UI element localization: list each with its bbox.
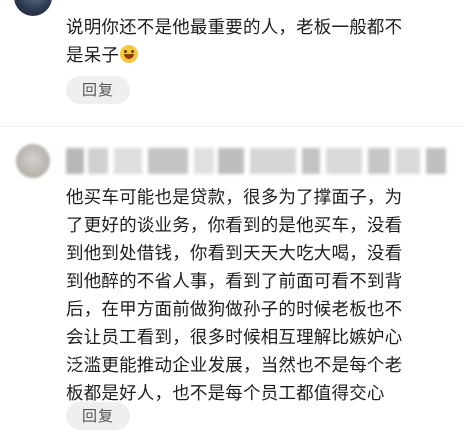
reply-button[interactable]: 回复 xyxy=(66,76,130,104)
comment-text: 他买车可能也是贷款，很多为了撑面子，为 了更好的谈业务，你看到的是他买车，没看 … xyxy=(66,188,403,404)
grinning-sweat-emoji-icon xyxy=(120,45,139,63)
reply-button[interactable]: 回复 xyxy=(66,402,130,430)
blurred-username-header xyxy=(66,148,450,174)
comment-text-body: 说明你还不是他最重要的人，老板一般都不 是呆子 xyxy=(66,18,403,66)
avatar-blurred[interactable] xyxy=(16,144,50,178)
comment-text: 说明你还不是他最重要的人，老板一般都不 是呆子 xyxy=(66,14,442,70)
divider xyxy=(0,126,463,127)
avatar[interactable] xyxy=(14,0,52,16)
